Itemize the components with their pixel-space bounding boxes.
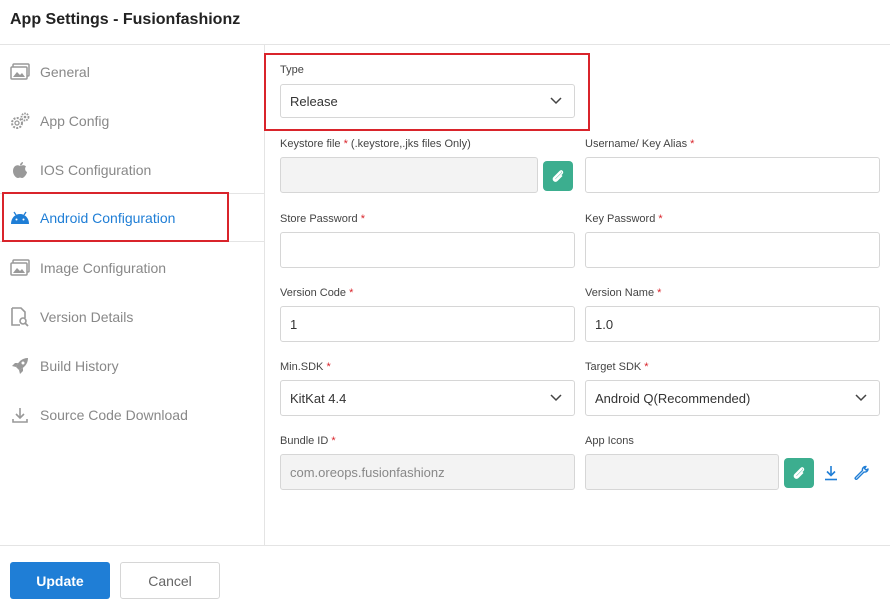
min-sdk-select[interactable]: KitKat 4.4	[280, 380, 575, 416]
key-password-input[interactable]	[585, 232, 880, 268]
document-search-icon	[9, 306, 31, 328]
keystore-attach-button[interactable]	[543, 161, 573, 191]
gears-icon	[9, 110, 31, 132]
android-icon	[9, 207, 31, 229]
sidebar-item-general[interactable]: General	[0, 47, 265, 96]
sidebar: General App Config IOS Configuration And…	[0, 45, 265, 545]
sidebar-item-label: General	[40, 63, 90, 80]
sidebar-item-android-configuration[interactable]: Android Configuration	[0, 193, 265, 242]
sidebar-item-label: Build History	[40, 357, 119, 374]
download-icon	[9, 404, 31, 426]
app-icons-input[interactable]	[585, 454, 779, 490]
image-gallery-icon	[9, 61, 31, 83]
sidebar-item-label: IOS Configuration	[40, 161, 152, 178]
sidebar-item-version-details[interactable]: Version Details	[0, 292, 265, 341]
username-input[interactable]	[585, 157, 880, 193]
page-title: App Settings - Fusionfashionz	[10, 11, 241, 28]
sidebar-item-label: Image Configuration	[40, 259, 167, 276]
sidebar-item-label: Source Code Download	[40, 406, 188, 423]
app-icons-attach-button[interactable]	[784, 458, 814, 488]
version-name-input[interactable]: 1.0	[585, 306, 880, 342]
update-button[interactable]: Update	[10, 562, 110, 599]
key-password-label: Key Password *	[585, 213, 663, 225]
version-code-label: Version Code *	[280, 287, 354, 299]
rocket-icon	[9, 355, 31, 377]
sidebar-item-label: Android Configuration	[40, 209, 176, 226]
sidebar-item-source-code-download[interactable]: Source Code Download	[0, 390, 265, 439]
min-sdk-label: Min.SDK *	[280, 361, 331, 373]
header: App Settings - Fusionfashionz	[0, 0, 890, 45]
wrench-icon[interactable]	[853, 464, 871, 482]
type-value: Release	[290, 93, 338, 109]
cancel-button[interactable]: Cancel	[120, 562, 220, 599]
sidebar-item-label: App Config	[40, 112, 110, 129]
sidebar-item-ios-configuration[interactable]: IOS Configuration	[0, 145, 265, 194]
footer: Update Cancel	[0, 545, 890, 611]
app-icons-label: App Icons	[585, 435, 634, 447]
bundle-id-label: Bundle ID *	[280, 435, 336, 447]
bundle-id-input[interactable]: com.oreops.fusionfashionz	[280, 454, 575, 490]
store-password-input[interactable]	[280, 232, 575, 268]
chevron-down-icon	[855, 394, 867, 402]
sidebar-item-label: Version Details	[40, 308, 134, 325]
download-icon[interactable]	[822, 464, 840, 482]
image-gallery-icon	[9, 257, 31, 279]
keystore-label: Keystore file * (.keystore,.jks files On…	[280, 138, 471, 150]
min-sdk-value: KitKat 4.4	[290, 390, 347, 406]
target-sdk-label: Target SDK *	[585, 361, 649, 373]
version-name-label: Version Name *	[585, 287, 662, 299]
target-sdk-select[interactable]: Android Q(Recommended)	[585, 380, 880, 416]
store-password-label: Store Password *	[280, 213, 365, 225]
apple-icon	[9, 159, 31, 181]
chevron-down-icon	[550, 394, 562, 402]
username-label: Username/ Key Alias *	[585, 138, 695, 150]
chevron-down-icon	[550, 97, 562, 105]
version-code-input[interactable]: 1	[280, 306, 575, 342]
target-sdk-value: Android Q(Recommended)	[595, 390, 751, 406]
sidebar-item-app-config[interactable]: App Config	[0, 96, 265, 145]
sidebar-item-build-history[interactable]: Build History	[0, 341, 265, 390]
type-label: Type	[280, 64, 304, 76]
keystore-file-input[interactable]	[280, 157, 538, 193]
paperclip-icon	[552, 170, 564, 182]
sidebar-item-image-configuration[interactable]: Image Configuration	[0, 243, 265, 292]
type-select[interactable]: Release	[280, 84, 575, 118]
paperclip-icon	[793, 467, 805, 479]
